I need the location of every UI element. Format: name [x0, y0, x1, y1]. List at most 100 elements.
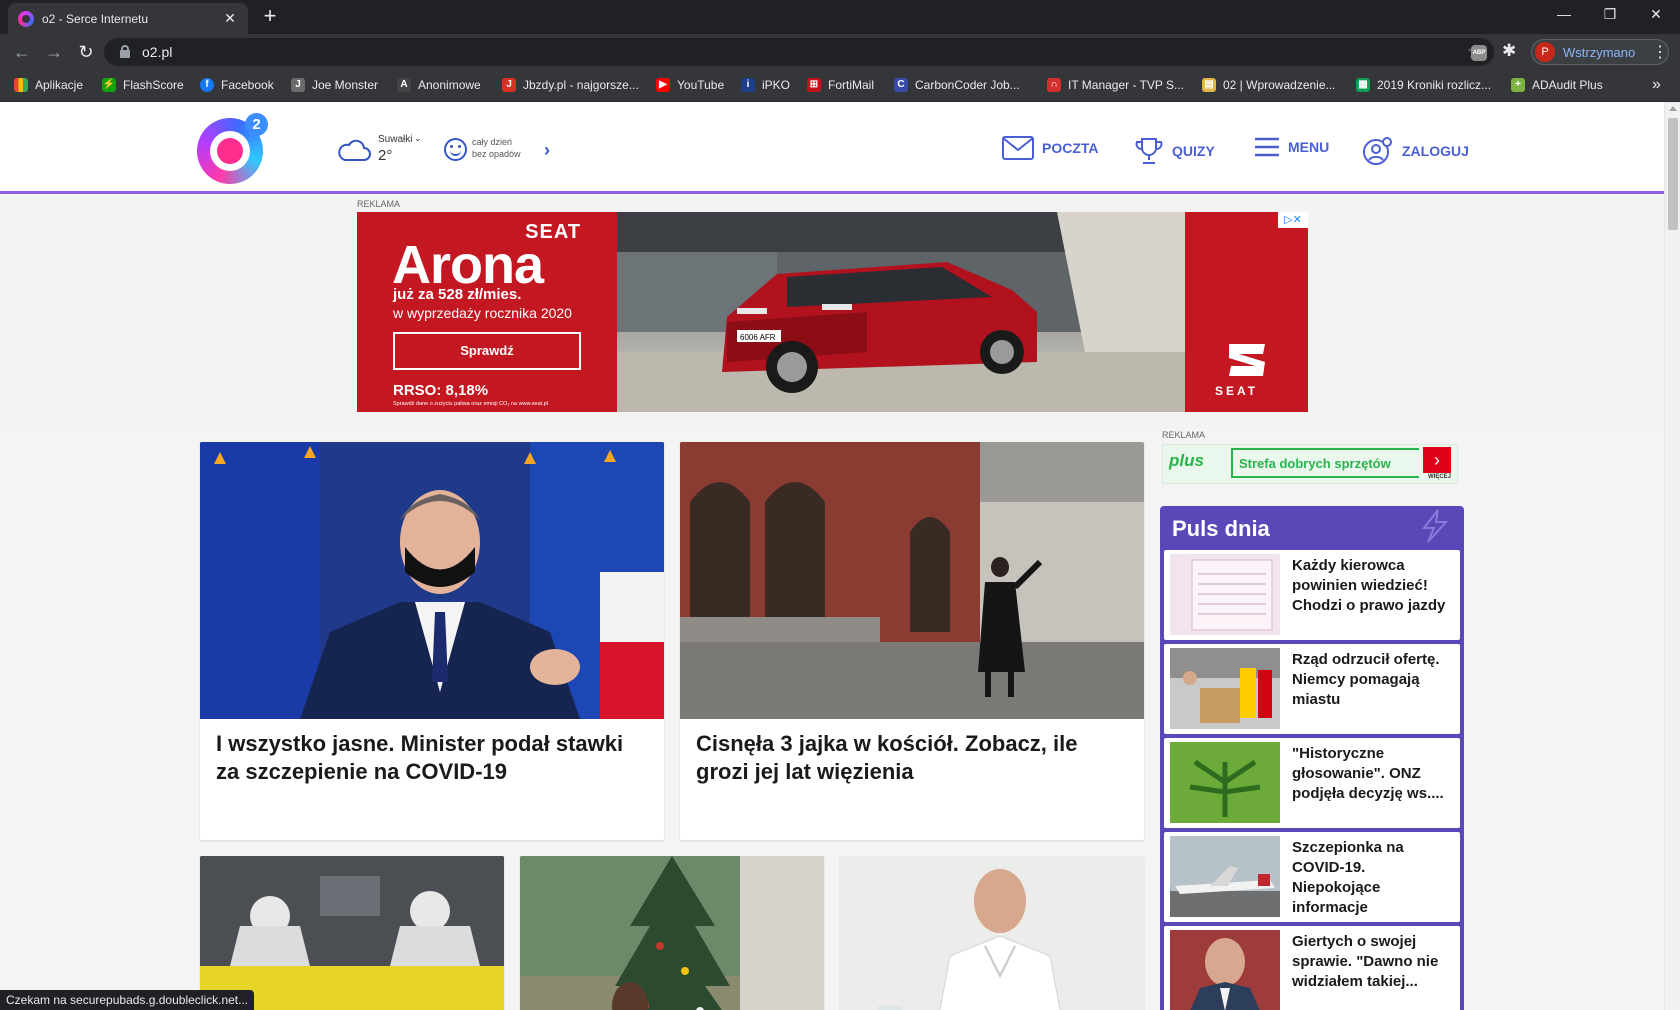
plus-logo: plus — [1169, 451, 1204, 470]
weather-city: Suwałki — [378, 134, 413, 145]
bookmark-kroniki[interactable]: ▦ 2019 Kroniki rozlicz... — [1356, 78, 1491, 92]
portrait-thumbnail — [1170, 930, 1280, 1010]
weather-widget[interactable]: Suwałki ⌄ 2° cały dzień bez opadów › — [336, 133, 576, 170]
reload-button[interactable]: ↻ — [74, 40, 98, 64]
apps-grid-icon — [14, 78, 28, 92]
o2-favicon-icon — [18, 10, 34, 27]
bookmark-wprowadzenie[interactable]: ▤ 02 | Wprowadzenie... — [1202, 78, 1336, 92]
tab-strip: o2 - Serce Internetu ✕ + — ❐ ✕ — [0, 0, 1680, 34]
plus-tagline: Strefa dobrych sprzętów — [1231, 448, 1419, 478]
puls-item-title[interactable]: Rząd odrzucił ofertę. Niemcy pomagają mi… — [1292, 650, 1452, 710]
car-illustration: 6006 AFR — [617, 212, 1185, 412]
bookmark-ipko[interactable]: i iPKO — [741, 78, 790, 92]
profile-status: Wstrzymano — [1563, 44, 1636, 60]
folder-icon: ▤ — [1202, 78, 1216, 92]
browser-tab[interactable]: o2 - Serce Internetu ✕ — [8, 3, 248, 34]
smile-icon — [444, 138, 467, 161]
bookmark-adaudit[interactable]: + ADAudit Plus — [1511, 78, 1603, 92]
puls-item-title[interactable]: Każdy kierowca powinien wiedzieć! Chodzi… — [1292, 556, 1452, 616]
ipko-icon: i — [741, 78, 755, 92]
seat-ad-banner[interactable]: SEAT Arona już za 528 zł/mies. w wyprzed… — [357, 212, 1308, 412]
profile-button[interactable]: P Wstrzymano — [1531, 39, 1669, 65]
puls-item-title[interactable]: Szczepionka na COVID-19. Niepokojące inf… — [1292, 838, 1452, 918]
ad-label: REKLAMA — [357, 199, 401, 209]
plus-ad-banner[interactable]: plus Strefa dobrych sprzętów › WIĘCEJ — [1162, 444, 1458, 484]
bookmark-joe-monster[interactable]: J Joe Monster — [291, 78, 378, 92]
user-icon — [1363, 137, 1392, 165]
bookmark-youtube[interactable]: ▶ YouTube — [656, 78, 724, 92]
address-bar[interactable]: o2.pl ☆ — [104, 38, 1494, 66]
more-bookmarks-icon[interactable]: » — [1652, 76, 1661, 94]
browser-menu-icon[interactable]: ⋮ — [1652, 42, 1668, 62]
ambulance-photo — [200, 856, 504, 1010]
chevron-down-icon: ⌄ — [414, 133, 422, 143]
article-card-minister[interactable]: I wszystko jasne. Minister podał stawki … — [200, 442, 664, 840]
bookmark-anonimowe[interactable]: A Anonimowe — [397, 78, 481, 92]
puls-item[interactable]: Szczepionka na COVID-19. Niepokojące inf… — [1164, 832, 1460, 922]
article-title[interactable]: Cisnęła 3 jajka w kościół. Zobacz, ile g… — [696, 730, 1124, 786]
puls-item[interactable]: "Historyczne głosowanie". ONZ podjęła de… — [1164, 738, 1460, 828]
bookmark-tvp[interactable]: ∩ IT Manager - TVP S... — [1047, 78, 1184, 92]
scroll-thumb[interactable] — [1668, 118, 1678, 230]
puls-item[interactable]: Rząd odrzucił ofertę. Niemcy pomagają mi… — [1164, 644, 1460, 734]
svg-text:6006 AFR: 6006 AFR — [740, 333, 776, 342]
close-tab-icon[interactable]: ✕ — [222, 10, 238, 27]
airplane-thumbnail — [1170, 836, 1280, 917]
delivery-thumbnail — [1170, 648, 1280, 729]
facebook-icon: f — [200, 78, 214, 92]
puls-dnia-box: Puls dnia Każdy kierowca powinien wiedzi… — [1160, 506, 1464, 1010]
extensions-icon[interactable]: ✱ — [1502, 41, 1516, 61]
chevron-right-icon[interactable]: › — [1423, 447, 1451, 473]
bookmark-aplikacje[interactable]: Aplikacje — [14, 78, 83, 92]
article-card-christmas[interactable] — [520, 856, 824, 1010]
nav-poczta[interactable]: POCZTA — [1002, 136, 1099, 160]
adblock-plus-icon[interactable]: ABP — [1471, 45, 1487, 61]
article-card-church[interactable]: Cisnęła 3 jajka w kościół. Zobacz, ile g… — [680, 442, 1144, 840]
article-title[interactable]: I wszystko jasne. Minister podał stawki … — [216, 730, 644, 786]
seat-logo-icon — [1229, 344, 1265, 376]
chevron-right-icon[interactable]: › — [544, 140, 550, 161]
bookmark-facebook[interactable]: f Facebook — [200, 78, 274, 92]
ad-close-icon[interactable]: ▷✕ — [1278, 212, 1308, 228]
page-scrollbar[interactable] — [1664, 102, 1680, 1010]
christmas-tree-photo — [520, 856, 824, 1010]
hamburger-icon — [1255, 137, 1279, 157]
close-window-button[interactable]: ✕ — [1634, 0, 1678, 28]
jbzdy-icon: J — [502, 78, 516, 92]
side-ad-label: REKLAMA — [1162, 430, 1206, 440]
ad-price: już za 528 zł/mies. — [393, 286, 522, 303]
new-tab-button[interactable]: + — [258, 5, 282, 29]
lock-icon — [120, 45, 130, 58]
ad-subtitle: w wyprzedaży rocznika 2020 — [393, 305, 572, 321]
flashscore-icon: ⚡ — [102, 78, 116, 92]
forward-button[interactable]: → — [42, 40, 66, 64]
article-card-interview[interactable] — [840, 856, 1144, 1010]
bookmark-flashscore[interactable]: ⚡ FlashScore — [102, 78, 184, 92]
seat-wordmark: SEAT — [1215, 384, 1259, 398]
article-card-ambulance[interactable] — [200, 856, 504, 1010]
puls-item[interactable]: Giertych o swojej sprawie. "Dawno nie wi… — [1164, 926, 1460, 1010]
puls-item-title[interactable]: "Historyczne głosowanie". ONZ podjęła de… — [1292, 744, 1452, 804]
minimize-button[interactable]: — — [1542, 0, 1586, 28]
status-bar: Czekam na securepubads.g.doubleclick.net… — [0, 990, 255, 1010]
bookmarks-bar: Aplikacje ⚡ FlashScore f Facebook J Joe Mon… — [0, 70, 1680, 102]
restore-button[interactable]: ❐ — [1588, 0, 1632, 28]
bookmark-carboncoder[interactable]: C CarbonCoder Job... — [894, 78, 1020, 92]
puls-title: Puls dnia — [1172, 516, 1270, 541]
ad-cta-button[interactable]: Sprawdź — [393, 332, 581, 370]
car-photo: 6006 AFR — [617, 212, 1185, 412]
document-thumbnail — [1170, 554, 1280, 635]
puls-item[interactable]: Każdy kierowca powinien wiedzieć! Chodzi… — [1164, 550, 1460, 640]
nav-quizy[interactable]: QUIZY — [1134, 136, 1215, 166]
bookmark-jbzdy[interactable]: J Jbzdy.pl - najgorsze... — [502, 78, 639, 92]
bookmark-fortimail[interactable]: ⊞ FortiMail — [807, 78, 874, 92]
scroll-up-icon[interactable] — [1669, 106, 1677, 111]
nav-zaloguj[interactable]: ZALOGUJ — [1362, 136, 1469, 166]
cloud-icon — [338, 139, 371, 161]
nav-menu[interactable]: MENU — [1254, 136, 1329, 158]
back-button[interactable]: ← — [10, 40, 34, 64]
church-photo — [680, 442, 1144, 719]
puls-item-title[interactable]: Giertych o swojej sprawie. "Dawno nie wi… — [1292, 932, 1452, 992]
interview-photo — [840, 856, 1144, 1010]
tab-title: o2 - Serce Internetu — [42, 11, 149, 26]
